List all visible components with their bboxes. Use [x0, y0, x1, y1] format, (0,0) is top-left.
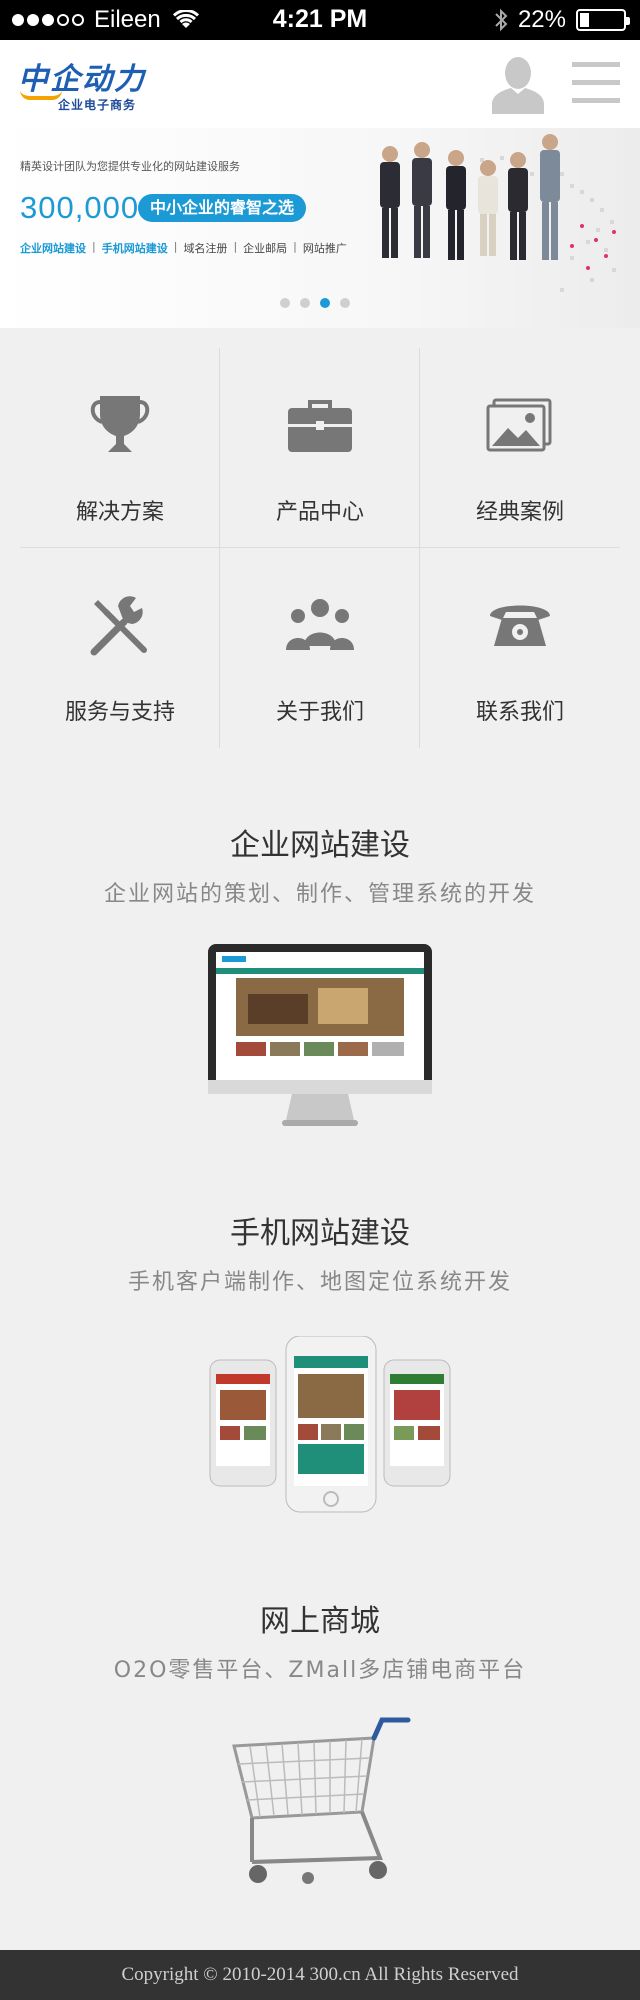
category-grid: 解决方案 产品中心 经典案例 服务与支持 关于我们 联系我们	[20, 348, 620, 748]
tools-icon	[90, 596, 147, 656]
nav-item-support[interactable]: 服务与支持	[20, 548, 220, 748]
link-separator: |	[92, 240, 96, 253]
carousel-dot[interactable]	[280, 298, 290, 308]
nav-item-about[interactable]: 关于我们	[220, 548, 420, 748]
logo-swoosh	[20, 90, 62, 100]
nav-label: 经典案例	[475, 500, 564, 525]
banner-link[interactable]: 手机网站建设	[102, 240, 168, 256]
nav-label: 关于我们	[275, 700, 364, 725]
link-separator: |	[293, 240, 297, 253]
site-logo[interactable]: 中企动力 企业电子商务	[18, 54, 148, 116]
menu-button[interactable]	[572, 62, 622, 106]
carousel-indicators	[280, 298, 350, 308]
site-footer: Copyright © 2010-2014 300.cn All Rights …	[0, 1950, 640, 2000]
status-right: 22%	[494, 6, 630, 34]
user-button[interactable]	[490, 54, 546, 114]
banner-number: 300,000	[20, 190, 140, 225]
hamburger-menu-icon	[572, 62, 620, 67]
desktop-monitor-icon[interactable]	[208, 944, 432, 1134]
smartphones-icon[interactable]	[208, 1336, 452, 1516]
banner-tagline: 中小企业的睿智之选	[138, 194, 307, 222]
link-separator: |	[233, 240, 238, 253]
nav-item-contact[interactable]: 联系我们	[420, 548, 620, 748]
menu-bar-middle	[572, 80, 620, 85]
nav-label: 服务与支持	[64, 700, 175, 725]
bluetooth-icon	[495, 8, 508, 32]
image-gallery-icon	[486, 398, 552, 452]
person	[380, 146, 400, 258]
feature-title[interactable]: 网上商城	[0, 1596, 640, 1640]
banner-links: 企业网站建设 | 手机网站建设 | 域名注册 | 企业邮局 | 网站推广	[20, 240, 347, 256]
banner-link[interactable]: 网站推广	[303, 240, 347, 256]
hero-banner[interactable]: 精英设计团队为您提供专业化的网站建设服务 300,000 中小企业的睿智之选 企…	[0, 128, 640, 328]
link-separator: |	[173, 240, 178, 253]
user-icon	[492, 57, 544, 114]
nav-item-solutions[interactable]: 解决方案	[20, 348, 220, 548]
business-team-photo	[380, 134, 616, 292]
feature-title[interactable]: 手机网站建设	[0, 1208, 640, 1252]
battery-icon	[576, 9, 630, 31]
menu-bar-bottom	[572, 98, 620, 103]
site-header: 中企动力 企业电子商务	[0, 40, 640, 128]
battery-percent: 22%	[517, 6, 566, 33]
carousel-dot[interactable]	[320, 298, 330, 308]
nav-item-cases[interactable]: 经典案例	[420, 348, 620, 548]
status-bar: Eileen 4:21 PM 22%	[0, 0, 640, 40]
feature-subtitle: O2O零售平台、ZMall多店铺电商平台	[113, 1658, 527, 1683]
battery-cap	[626, 17, 630, 25]
telephone-icon	[490, 605, 550, 646]
shopping-cart-icon[interactable]	[230, 1716, 414, 1892]
banner-link[interactable]: 企业网站建设	[20, 240, 86, 256]
banner-link[interactable]: 域名注册	[183, 240, 227, 256]
nav-label: 解决方案	[75, 500, 164, 525]
feature-subtitle: 手机客户端制作、地图定位系统开发	[127, 1270, 512, 1295]
nav-label: 产品中心	[275, 500, 364, 525]
banner-link[interactable]: 企业邮局	[243, 240, 287, 256]
trophy-icon	[90, 396, 150, 452]
nav-label: 联系我们	[475, 700, 564, 725]
carousel-dot[interactable]	[300, 298, 310, 308]
logo-subtitle: 企业电子商务	[58, 98, 137, 112]
briefcase-icon	[288, 400, 352, 452]
team-icon	[286, 599, 354, 650]
feature-title[interactable]: 企业网站建设	[0, 820, 640, 864]
banner-description: 精英设计团队为您提供专业化的网站建设服务	[20, 160, 240, 173]
nav-item-products[interactable]: 产品中心	[220, 348, 420, 548]
feature-subtitle: 企业网站的策划、制作、管理系统的开发	[103, 882, 536, 907]
carousel-dot[interactable]	[340, 298, 350, 308]
battery-level	[580, 13, 590, 27]
